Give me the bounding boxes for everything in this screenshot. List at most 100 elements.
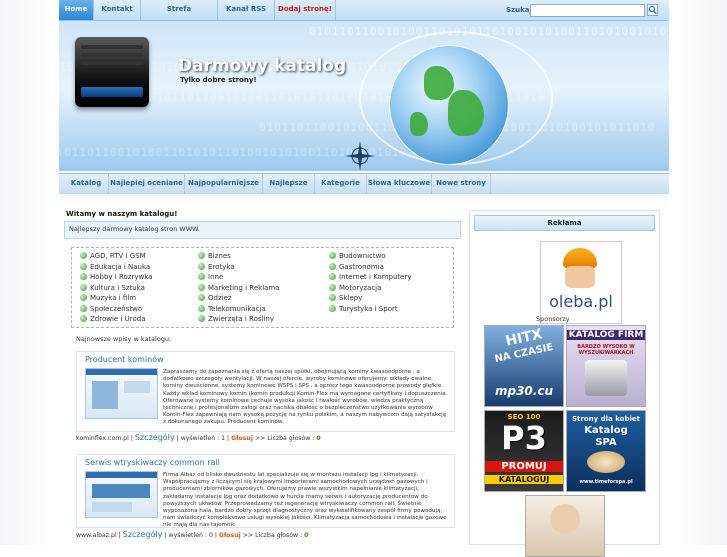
category-bullet-icon (80, 252, 87, 259)
subnav-item-najpopularniejsze[interactable]: Najpopularniejsze (185, 174, 263, 194)
ad-text: www.timeforspa.pl (579, 479, 633, 485)
entry-thumbnail[interactable] (85, 471, 158, 518)
category-link[interactable]: Odzież (198, 293, 232, 303)
thumbnail-block (92, 381, 118, 409)
globe-land (448, 90, 484, 136)
list-item: Producent kominów Zapraszamy do zapoznan… (76, 351, 455, 432)
ad-banner-promuj[interactable]: SEO 100 P3 PROMUJ KATALOGUJ (484, 410, 564, 492)
category-bullet-icon (198, 283, 205, 291)
category-link[interactable]: Erotyka (198, 262, 235, 272)
category-bullet-icon (198, 262, 205, 270)
entry-thumbnail[interactable] (85, 368, 158, 419)
server-slot (81, 61, 143, 65)
tab-kontakt[interactable]: Kontakt (94, 0, 141, 20)
tab-kanal-rss[interactable]: Kanał RSS (218, 0, 275, 20)
views-count: 0 (208, 532, 213, 539)
votes-count: 0 (316, 435, 321, 442)
entry-title-link[interactable]: Serwis wtryskiwaczy common rail (85, 458, 220, 467)
intro-box: Najlepszy darmowy katalog stron WWW. (64, 221, 461, 239)
category-bullet-icon (329, 294, 336, 301)
subnav-item-nowe-strony[interactable]: Nowe strony (432, 174, 491, 194)
category-link[interactable]: Marketing i Reklama (198, 283, 280, 293)
category-link[interactable]: Muzyka i film (80, 293, 136, 303)
category-bullet-icon (198, 273, 205, 280)
subnav-item-katalog[interactable]: Katalog (64, 174, 109, 194)
welcome-heading: Witamy w naszym katalogu! (66, 210, 178, 218)
oleba-ad-text: oleba.pl (549, 292, 613, 311)
entry-url: www.albaz.pl (76, 532, 117, 539)
category-link[interactable]: Kultura i Sztuka (80, 283, 145, 293)
category-link[interactable]: Turystyka i Sport (329, 304, 398, 314)
category-link[interactable]: Motoryzacja (329, 283, 381, 293)
category-link[interactable]: Biznes (198, 251, 231, 261)
ad-banner-katalog-firm[interactable]: KATALOG FIRM BARDZO WYSOKO W WYSZUKIWARK… (566, 325, 646, 407)
ad-banner-spa[interactable]: Strony dla kobiet Katalog SPA www.timefo… (566, 410, 646, 492)
ad-banner-extra[interactable] (525, 495, 605, 557)
entry-title-link[interactable]: Producent kominów (85, 355, 164, 364)
search-input[interactable] (530, 4, 645, 17)
category-link[interactable]: Internet i Komputery (329, 272, 412, 282)
main-content: Witamy w naszym katalogu! Najlepszy darm… (64, 208, 461, 545)
vote-link[interactable]: Głosuj (231, 435, 253, 442)
ad-text: SPA (595, 437, 617, 448)
server-slot (81, 45, 143, 49)
ad-banner-hitx[interactable]: HITX NA CZASIE mp30.cu (484, 325, 564, 407)
sidebar-heading: Reklama (474, 215, 655, 231)
category-bullet-icon (80, 294, 87, 301)
newest-entries-label: Najnowsze wpisy w katalogu: (76, 335, 172, 343)
category-link[interactable]: Budownictwo (329, 251, 386, 261)
category-link[interactable]: Sklepy (329, 293, 362, 303)
category-bullet-icon (198, 294, 205, 301)
globe-land (424, 66, 454, 100)
category-link[interactable]: Zwierzęta i Rośliny (198, 314, 274, 324)
ad-text: PROMUJ (485, 461, 563, 472)
tab-dodaj-strone[interactable]: Dodaj stronę! (275, 0, 336, 20)
tab-home[interactable]: Home (59, 0, 94, 20)
views-label: wyświetleń : (180, 435, 220, 442)
entry-meta: kominflex.com.pl | Szczegóły | wyświetle… (76, 433, 321, 442)
search-icon (648, 5, 657, 15)
category-link[interactable]: Gastronomia (329, 262, 384, 272)
oleba-ad-banner[interactable]: oleba.pl (540, 241, 622, 324)
category-link[interactable]: Społeczeństwo (80, 304, 142, 314)
globe-graphic (389, 45, 509, 165)
top-navigation: Home Kontakt Strefa użytkownika Kanał RS… (59, 0, 669, 32)
votes-count: 0 (304, 532, 309, 539)
category-link[interactable]: Edukacja i Nauka (80, 262, 150, 272)
site-title: Darmowy katalog (178, 56, 347, 76)
server-graphic (75, 37, 149, 107)
entry-meta: www.albaz.pl | Szczegóły | wyświetleń : … (76, 530, 309, 539)
subnav-item-najlepsze[interactable]: Najlepsze (263, 174, 315, 194)
category-bullet-icon (329, 262, 336, 270)
details-link[interactable]: Szczegóły (123, 530, 163, 539)
face-graphic (565, 266, 595, 288)
tab-strefa-uzytkownika[interactable]: Strefa użytkownika (141, 0, 218, 32)
category-link[interactable]: Inne (198, 272, 223, 282)
search-label: Szukaj (506, 6, 532, 14)
category-bullet-icon (80, 283, 87, 291)
category-link[interactable]: Telekomunikacja (198, 304, 266, 314)
ad-text: Strony dla kobiet (572, 415, 640, 423)
category-list: AGD, RTV i GSM Edukacja i Nauka Hobby i … (71, 247, 454, 328)
subnav-item-slowa-kluczowe[interactable]: Słowa kluczowe (367, 174, 432, 194)
category-link[interactable]: Hobby i Rozrywka (80, 272, 152, 282)
sidebar-ads: Reklama oleba.pl Sponsorzy HITX NA CZASI… (469, 210, 660, 557)
page-side-left (0, 0, 59, 545)
folder-graphic (585, 360, 627, 396)
subnav-item-najlepiej-oceniane[interactable]: Najlepiej oceniane (109, 174, 185, 194)
thumbnail-block (92, 502, 132, 512)
header-banner: 0101101100101001101010110100101010011010… (59, 21, 669, 171)
vote-link[interactable]: Głosuj (219, 532, 241, 539)
category-link[interactable]: Zdrowie i Uroda (80, 314, 145, 324)
subnav-item-kategorie[interactable]: Kategorie (315, 174, 367, 194)
search-button[interactable] (647, 4, 658, 16)
binary-decoration: 0101101100101001101010110100101010011010… (59, 146, 446, 159)
category-link[interactable]: AGD, RTV i GSM (80, 251, 146, 261)
baby-graphic (550, 504, 580, 534)
spa-stones-graphic (587, 451, 625, 473)
views-label: wyświetleń : (168, 532, 207, 539)
views-count: 1 (221, 435, 226, 442)
category-bullet-icon (198, 315, 205, 322)
details-link[interactable]: Szczegóły (135, 433, 175, 442)
thumbnail-strip (86, 472, 157, 478)
